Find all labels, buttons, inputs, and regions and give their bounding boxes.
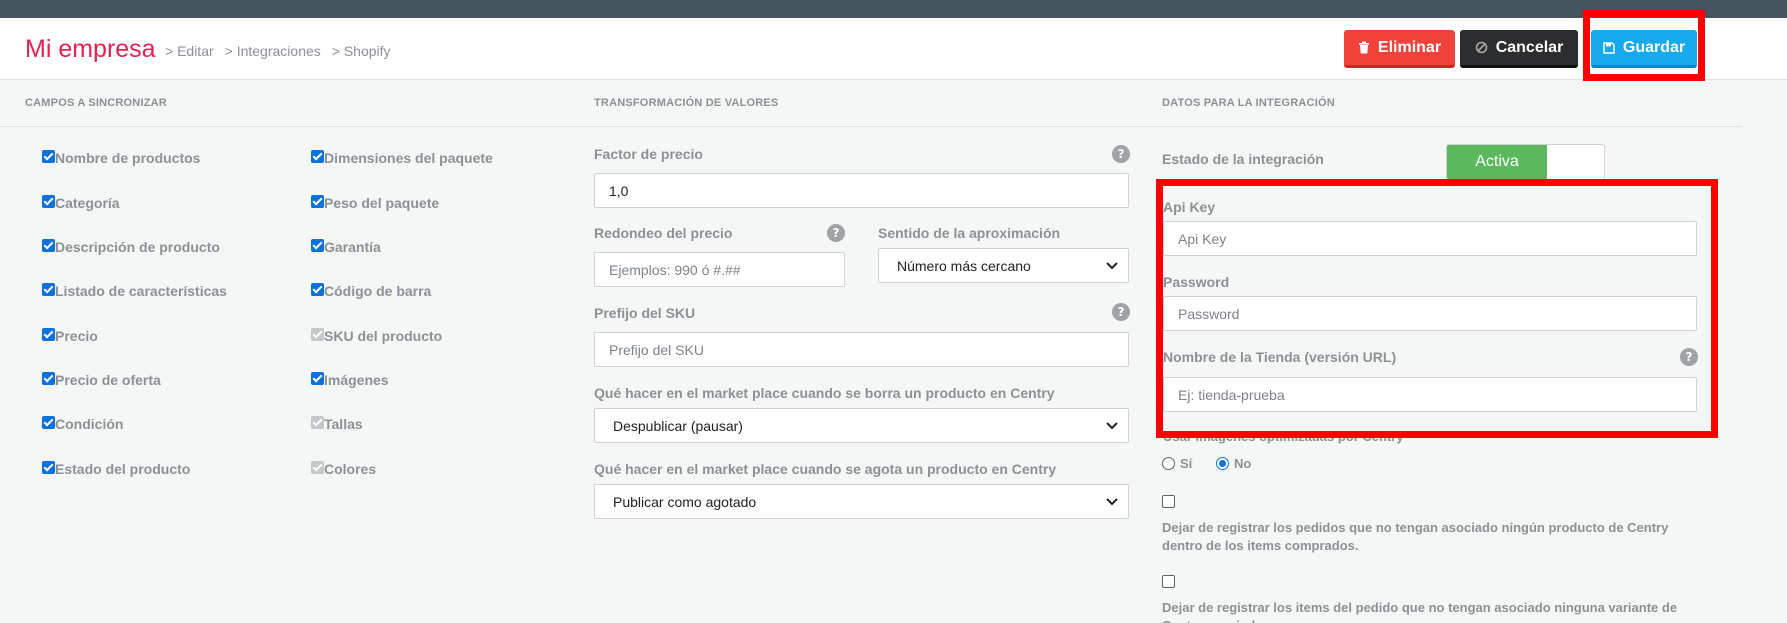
checkbox-checked-icon[interactable] — [311, 194, 324, 208]
chevron-down-icon — [1106, 262, 1118, 270]
checkbox-checked-icon[interactable] — [311, 371, 324, 385]
sync-field-price[interactable]: Precio — [42, 327, 98, 344]
breadcrumb-shopify[interactable]: > Shopify — [332, 43, 391, 59]
checkbox-unchecked-icon[interactable] — [1162, 575, 1175, 588]
sync-field-sizes: Tallas — [311, 415, 363, 432]
section-divider — [0, 126, 1742, 127]
checkbox-checked-icon[interactable] — [311, 282, 324, 296]
password-input[interactable]: Password — [1163, 296, 1697, 331]
checkbox-checked-icon[interactable] — [42, 460, 55, 474]
checkbox-checked-icon[interactable] — [42, 282, 55, 296]
section-title-integration: DATOS PARA LA INTEGRACIÓN — [1162, 97, 1335, 109]
checkbox-disabled-icon — [311, 327, 324, 341]
price-factor-input[interactable]: 1,0 — [594, 173, 1129, 208]
rounding-input[interactable]: Ejemplos: 990 ó #.## — [594, 252, 845, 287]
save-button[interactable]: Guardar — [1591, 30, 1697, 68]
sync-field-package-weight[interactable]: Peso del paquete — [311, 194, 439, 211]
approx-label: Sentido de la aproximación — [878, 225, 1061, 241]
sync-field-images[interactable]: Imágenes — [311, 371, 389, 388]
brand-title[interactable]: Mi empresa — [25, 35, 156, 64]
checkbox-checked-icon[interactable] — [311, 149, 324, 163]
on-soldout-select-value: Publicar como agotado — [613, 493, 757, 510]
help-icon[interactable]: ? — [1680, 348, 1698, 366]
on-delete-select[interactable]: Despublicar (pausar) — [594, 408, 1129, 443]
cancel-button[interactable]: Cancelar — [1460, 30, 1578, 68]
breadcrumb-editar[interactable]: > Editar — [165, 43, 214, 59]
sync-field-sku: SKU del producto — [311, 327, 442, 344]
sync-field-warranty[interactable]: Garantía — [311, 238, 381, 255]
store-name-input[interactable]: Ej: tienda-prueba — [1163, 377, 1697, 412]
top-bar — [0, 0, 1787, 18]
on-delete-select-value: Despublicar (pausar) — [613, 417, 743, 434]
radio-selected-icon[interactable] — [1216, 457, 1229, 470]
sync-field-package-dimensions[interactable]: Dimensiones del paquete — [311, 149, 493, 166]
chevron-down-icon — [1106, 498, 1118, 506]
floppy-disk-icon — [1603, 41, 1615, 54]
section-title-transform: TRANSFORMACIÓN DE VALORES — [594, 97, 779, 109]
api-key-input[interactable]: Api Key — [1163, 221, 1697, 256]
help-icon[interactable]: ? — [1112, 303, 1130, 321]
price-factor-label: Factor de precio — [594, 146, 703, 162]
checkbox-checked-icon[interactable] — [42, 194, 55, 208]
sync-field-colors: Colores — [311, 460, 376, 477]
radio-yes[interactable]: Sí — [1162, 456, 1192, 471]
checkbox-disabled-icon — [311, 415, 324, 429]
save-button-label: Guardar — [1622, 38, 1686, 56]
delete-button[interactable]: Eliminar — [1344, 30, 1455, 68]
cancel-button-label: Cancelar — [1495, 38, 1564, 56]
skip-items-text: Dejar de registrar los items del pedido … — [1162, 600, 1678, 623]
sku-prefix-label: Prefijo del SKU — [594, 305, 696, 321]
breadcrumb-integraciones[interactable]: > Integraciones — [225, 43, 321, 59]
section-title-fields: CAMPOS A SINCRONIZAR — [25, 97, 167, 109]
sku-prefix-input[interactable]: Prefijo del SKU — [594, 332, 1129, 367]
store-name-label: Nombre de la Tienda (versión URL) — [1163, 349, 1397, 365]
sync-field-description[interactable]: Descripción de producto — [42, 238, 220, 255]
checkbox-checked-icon[interactable] — [42, 415, 55, 429]
password-label: Password — [1163, 274, 1230, 290]
sync-field-category[interactable]: Categoría — [42, 194, 120, 211]
checkbox-checked-icon[interactable] — [42, 371, 55, 385]
chevron-down-icon — [1106, 422, 1118, 430]
status-label: Estado de la integración — [1162, 151, 1324, 167]
help-icon[interactable]: ? — [1112, 145, 1130, 163]
approx-select-value: Número más cercano — [897, 257, 1031, 274]
on-soldout-label: Qué hacer en el market place cuando se a… — [594, 461, 1057, 477]
sync-field-features[interactable]: Listado de características — [42, 282, 227, 299]
checkbox-checked-icon[interactable] — [311, 238, 324, 252]
skip-orders-text: Dejar de registrar los pedidos que no te… — [1162, 520, 1669, 553]
status-toggle-on: Activa — [1447, 145, 1547, 179]
radio-no[interactable]: No — [1216, 456, 1251, 471]
checkbox-unchecked-icon[interactable] — [1162, 495, 1175, 508]
sync-field-sale-price[interactable]: Precio de oferta — [42, 371, 161, 388]
radio-unselected-icon[interactable] — [1162, 457, 1175, 470]
ban-icon — [1475, 41, 1488, 54]
skip-orders-checkbox[interactable] — [1162, 495, 1175, 508]
on-soldout-select[interactable]: Publicar como agotado — [594, 484, 1129, 519]
breadcrumb: > Editar > Integraciones > Shopify — [165, 43, 391, 59]
sync-field-product-name[interactable]: Nombre de productos — [42, 149, 200, 166]
skip-items-checkbox[interactable] — [1162, 575, 1175, 588]
sync-field-product-status[interactable]: Estado del producto — [42, 460, 190, 477]
checkbox-checked-icon[interactable] — [42, 327, 55, 341]
checkbox-checked-icon[interactable] — [42, 149, 55, 163]
page-header: Mi empresa > Editar > Integraciones > Sh… — [0, 18, 1787, 80]
on-delete-label: Qué hacer en el market place cuando se b… — [594, 385, 1055, 401]
status-toggle[interactable]: Activa — [1446, 144, 1605, 180]
sync-field-condition[interactable]: Condición — [42, 415, 123, 432]
optimized-images-label: Usar imágenes optimizadas por Centry — [1163, 429, 1404, 444]
trash-icon — [1358, 41, 1369, 54]
api-key-label: Api Key — [1163, 199, 1216, 215]
rounding-label: Redondeo del precio — [594, 225, 733, 241]
delete-button-label: Eliminar — [1377, 38, 1442, 56]
checkbox-checked-icon[interactable] — [42, 238, 55, 252]
checkbox-disabled-icon — [311, 460, 324, 474]
approx-select[interactable]: Número más cercano — [878, 248, 1129, 283]
help-icon[interactable]: ? — [827, 224, 845, 242]
sync-field-barcode[interactable]: Código de barra — [311, 282, 431, 299]
